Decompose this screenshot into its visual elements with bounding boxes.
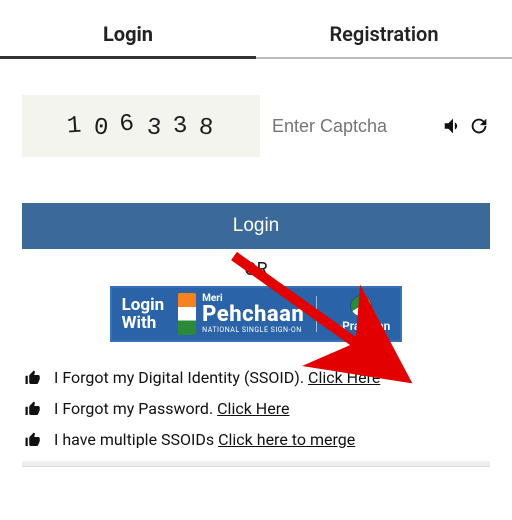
captcha-char: 0: [92, 114, 110, 142]
tab-registration[interactable]: Registration: [256, 8, 512, 59]
captcha-controls: [442, 115, 490, 137]
captcha-row: 1 0 6 3 3 8: [22, 95, 490, 157]
auth-tabs: Login Registration: [0, 8, 512, 59]
login-button[interactable]: Login: [22, 203, 490, 249]
speaker-icon[interactable]: [442, 115, 464, 137]
forgot-password-row: I Forgot my Password. Click Here: [24, 399, 488, 418]
forgot-password-link[interactable]: Click Here: [217, 399, 289, 418]
help-links: I Forgot my Digital Identity (SSOID). Cl…: [24, 368, 488, 449]
or-separator: OR: [22, 259, 490, 280]
captcha-image: 1 0 6 3 3 8: [22, 95, 260, 157]
thumbs-up-icon: [24, 400, 42, 418]
login-with-label-top: Login: [122, 296, 165, 314]
merge-ssoid-row: I have multiple SSOIDs Click here to mer…: [24, 430, 488, 449]
captcha-input[interactable]: [268, 106, 434, 146]
india-flag-icon: [178, 293, 196, 335]
captcha-char: 1: [66, 112, 83, 140]
pehchaan-sub: NATIONAL SINGLE SIGN-ON: [202, 326, 304, 335]
pehchaan-name: Pehchaan: [202, 304, 304, 326]
thumbs-up-icon: [24, 369, 42, 387]
epramaan-icon: [350, 295, 372, 317]
captcha-char: 8: [198, 114, 216, 142]
thumbs-up-icon: [24, 431, 42, 449]
epramaan-label: e-Pramaan: [331, 319, 390, 333]
pehchaan-login[interactable]: Login With Meri Pehchaan NATIONAL SINGLE…: [22, 286, 490, 342]
forgot-ssoid-text: I Forgot my Digital Identity (SSOID).: [54, 368, 308, 387]
captcha-char: 6: [118, 110, 137, 139]
refresh-icon[interactable]: [468, 115, 490, 137]
bottom-divider: [22, 461, 490, 467]
login-panel: 1 0 6 3 3 8 Login OR Login With Meri Peh…: [0, 59, 512, 449]
login-with-label-bottom: With: [122, 314, 165, 332]
captcha-char: 3: [172, 112, 189, 140]
captcha-char: 3: [145, 114, 163, 142]
merge-ssoid-text: I have multiple SSOIDs: [54, 430, 218, 449]
tab-login[interactable]: Login: [0, 8, 256, 59]
forgot-password-text: I Forgot my Password.: [54, 399, 217, 418]
forgot-ssoid-row: I Forgot my Digital Identity (SSOID). Cl…: [24, 368, 488, 387]
merge-ssoid-link[interactable]: Click here to merge: [218, 430, 355, 449]
forgot-ssoid-link[interactable]: Click Here: [308, 368, 380, 387]
